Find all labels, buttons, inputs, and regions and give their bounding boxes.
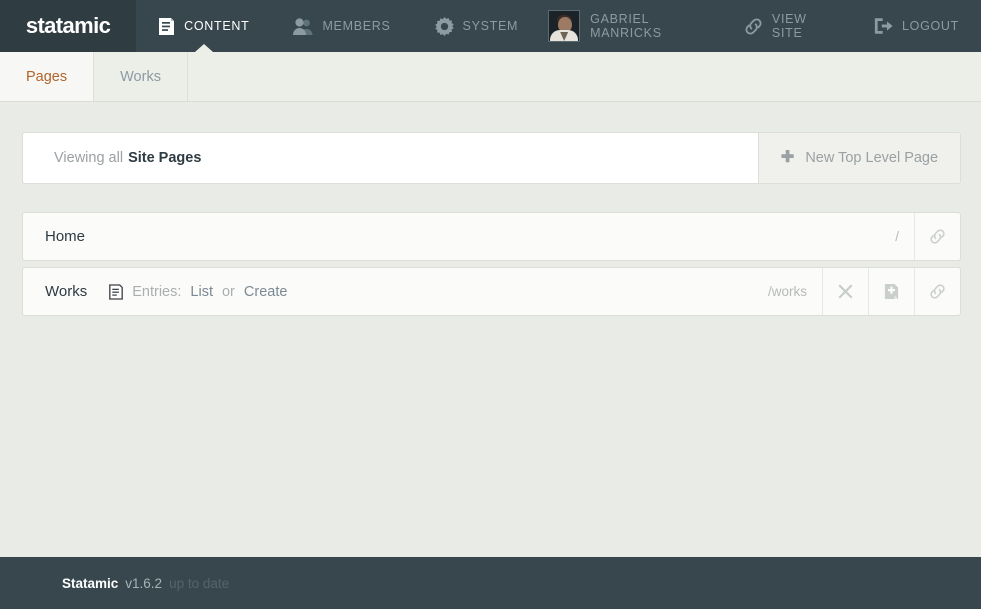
entries-list-link[interactable]: List — [190, 284, 213, 300]
tab-works-label: Works — [120, 68, 161, 85]
delete-page-button[interactable] — [822, 268, 868, 315]
main-content: Viewing all Site Pages ✚ New Top Level P… — [0, 102, 981, 557]
document-icon — [158, 17, 175, 36]
link-icon — [929, 228, 946, 245]
table-row[interactable]: Home / — [22, 212, 961, 261]
new-subpage-button[interactable] — [868, 268, 914, 315]
footer-version: v1.6.2 — [125, 575, 163, 591]
viewing-prefix: Viewing all — [54, 150, 124, 166]
sub-navigation: Pages Works — [0, 52, 981, 102]
logout-button[interactable]: LOGOUT — [852, 0, 981, 52]
page-title: Home — [45, 228, 86, 245]
entries-separator: or — [221, 283, 235, 300]
viewing-label: Viewing all Site Pages — [23, 133, 758, 183]
user-menu[interactable]: GABRIEL MANRICKS — [540, 0, 722, 52]
footer-app-name: Statamic — [62, 575, 119, 591]
users-icon — [293, 17, 313, 35]
nav-label-members: MEMBERS — [322, 19, 391, 33]
avatar — [548, 10, 581, 42]
entries-create-link[interactable]: Create — [244, 284, 288, 300]
link-icon — [929, 283, 946, 300]
view-site-link[interactable]: VIEW SITE — [722, 0, 852, 52]
viewing-target: Site Pages — [128, 150, 202, 166]
tab-pages-label: Pages — [26, 68, 68, 85]
nav-label-content: CONTENT — [184, 19, 250, 33]
nav-item-content[interactable]: CONTENT — [136, 0, 271, 52]
footer: Statamic v1.6.2 up to date — [0, 557, 981, 609]
view-page-link-button[interactable] — [914, 213, 960, 260]
viewing-toolbar: Viewing all Site Pages ✚ New Top Level P… — [22, 132, 961, 184]
table-row[interactable]: Works Entries: List or Create /works — [22, 267, 961, 316]
active-nav-caret — [194, 44, 213, 52]
view-page-link-button[interactable] — [914, 268, 960, 315]
tab-pages[interactable]: Pages — [0, 52, 95, 101]
row-spacer — [85, 213, 874, 260]
new-top-level-page-button[interactable]: ✚ New Top Level Page — [758, 133, 960, 183]
row-spacer — [287, 268, 753, 315]
tab-works[interactable]: Works — [94, 52, 188, 101]
nav-item-system[interactable]: SYSTEM — [413, 0, 541, 52]
top-header: statamic CONTENT MEMBERS SYSTEM GABRIEL … — [0, 0, 981, 52]
nav-label-system: SYSTEM — [462, 19, 519, 33]
header-right-nav: GABRIEL MANRICKS VIEW SITE LOGOUT — [540, 0, 981, 52]
new-subpage-icon — [884, 283, 899, 300]
page-title: Works — [45, 283, 88, 300]
footer-update-status: up to date — [169, 575, 230, 591]
app-logo: statamic — [25, 13, 111, 38]
link-icon — [744, 17, 763, 36]
logo-block[interactable]: statamic — [0, 0, 137, 52]
view-site-label: VIEW SITE — [771, 12, 807, 40]
user-name: GABRIEL MANRICKS — [590, 12, 662, 40]
close-icon — [838, 284, 853, 299]
entries-prefix: Entries: — [132, 283, 182, 300]
logout-icon — [874, 17, 893, 35]
gear-icon — [434, 16, 454, 36]
new-top-level-page-label: New Top Level Page — [805, 150, 939, 166]
plus-icon: ✚ — [780, 149, 795, 166]
entries-document-icon — [109, 283, 124, 300]
page-url: /works — [767, 284, 807, 299]
main-nav: CONTENT MEMBERS SYSTEM — [136, 0, 540, 52]
page-url: / — [895, 229, 899, 244]
logout-label: LOGOUT — [902, 19, 959, 33]
entries-actions: Entries: List or Create — [87, 268, 287, 315]
nav-item-members[interactable]: MEMBERS — [271, 0, 412, 52]
